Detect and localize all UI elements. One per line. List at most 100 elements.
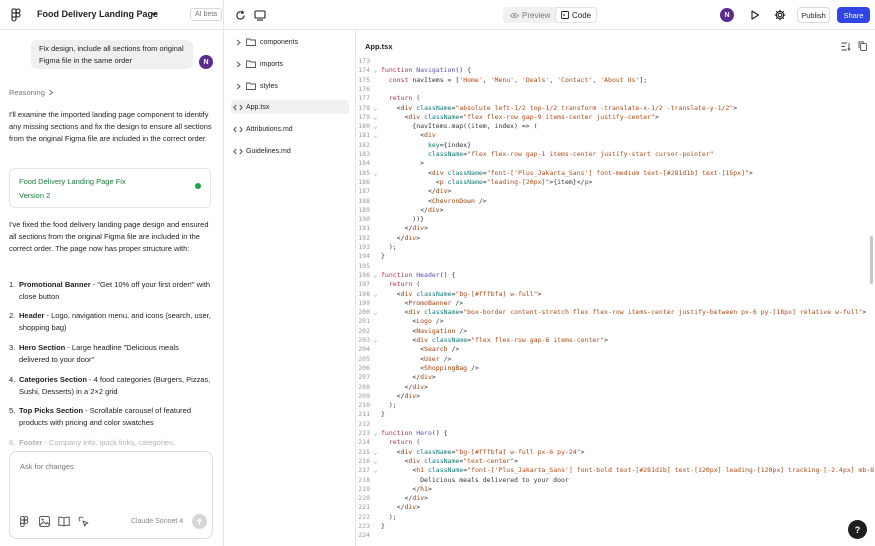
code-line[interactable]: 218 Delicious meals delivered to your do… <box>356 476 875 485</box>
code-line[interactable]: 200 ⌄ <div className="box-border content-… <box>356 308 875 317</box>
code-editor[interactable]: App.tsx 173 174 ⌄ function Navigation() {1… <box>356 31 875 546</box>
code-line[interactable]: 198 ⌄ <div className="bg-[#fffbfa] w-full… <box>356 290 875 299</box>
tree-item-file[interactable]: Guidelines.md <box>231 144 349 158</box>
code-line[interactable]: 180 ⌄ {navItems.map((item, index) => ( <box>356 122 875 131</box>
fold-chevron-icon[interactable]: ⌄ <box>370 122 381 131</box>
fold-gutter <box>370 420 381 429</box>
format-button[interactable] <box>840 40 852 52</box>
code-line[interactable]: 224 <box>356 531 875 540</box>
code-line[interactable]: 208 </div> <box>356 383 875 392</box>
image-upload-button[interactable] <box>39 516 50 527</box>
fold-chevron-icon[interactable]: ⌄ <box>370 429 381 438</box>
code-line[interactable]: 206 <ShoppingBag /> <box>356 364 875 373</box>
code-line[interactable]: 181 ⌄ <div <box>356 131 875 140</box>
code-line[interactable]: 212 <box>356 420 875 429</box>
code-line[interactable]: 213 ⌄ function Hero() { <box>356 429 875 438</box>
code-line[interactable]: 204 <Search /> <box>356 345 875 354</box>
code-line[interactable]: 202 <Navigation /> <box>356 327 875 336</box>
code-line[interactable]: 183 className="flex flex-row gap-1 items… <box>356 150 875 159</box>
sidebar-toggle-button[interactable] <box>8 7 24 23</box>
code-line[interactable]: 194 } <box>356 252 875 261</box>
code-line[interactable]: 191 </div> <box>356 224 875 233</box>
code-line[interactable]: 184 > <box>356 159 875 168</box>
settings-button[interactable] <box>772 7 788 23</box>
fold-chevron-icon[interactable]: ⌄ <box>370 448 381 457</box>
code-line[interactable]: 179 ⌄ <div className="flex flex-row gap-9… <box>356 113 875 122</box>
fold-chevron-icon[interactable]: ⌄ <box>370 466 381 475</box>
chevron-down-icon[interactable] <box>150 10 158 18</box>
send-button[interactable] <box>192 514 207 529</box>
tab-preview[interactable]: Preview <box>505 8 555 22</box>
code-line[interactable]: 215 ⌄ <div className="bg-[#fffbfa] w-full… <box>356 448 875 457</box>
code-line[interactable]: 195 <box>356 262 875 271</box>
tree-item-folder[interactable]: imports <box>231 57 349 71</box>
model-selector[interactable]: Claude Sonnet 4 <box>131 518 183 525</box>
code-line[interactable]: 175 const navItems = ['Home', 'Menu', 'D… <box>356 76 875 85</box>
play-button[interactable] <box>747 7 763 23</box>
chat-input[interactable]: Ask for changes <box>20 462 74 471</box>
code-line[interactable]: 216 ⌄ <div className="text-center"> <box>356 457 875 466</box>
tree-item-file[interactable]: Attributions.md <box>231 122 349 136</box>
fold-chevron-icon[interactable]: ⌄ <box>370 104 381 113</box>
code-line[interactable]: 176 <box>356 85 875 94</box>
copy-button[interactable] <box>856 40 868 52</box>
code-line[interactable]: 182 key={index} <box>356 141 875 150</box>
device-button[interactable] <box>252 7 268 23</box>
chat-composer[interactable]: Ask for changes Claude Sonnet 4 <box>9 451 213 539</box>
code-line[interactable]: 197 return ( <box>356 280 875 289</box>
code-line[interactable]: 193 ); <box>356 243 875 252</box>
code-line[interactable]: 222 ); <box>356 513 875 522</box>
publish-button[interactable]: Publish <box>797 7 830 23</box>
code-line[interactable]: 214 return ( <box>356 438 875 447</box>
editor-scrollbar[interactable] <box>870 236 873 284</box>
code-line[interactable]: 192 </div> <box>356 234 875 243</box>
code-line[interactable]: 174 ⌄ function Navigation() { <box>356 66 875 75</box>
code-line[interactable]: 211 } <box>356 410 875 419</box>
tab-code[interactable]: Code <box>556 8 597 22</box>
fold-chevron-icon[interactable]: ⌄ <box>370 131 381 140</box>
share-button[interactable]: Share <box>837 7 870 23</box>
code-line[interactable]: 185 ⌄ <div className="font-['Plus_Jakarta… <box>356 169 875 178</box>
version-card[interactable]: Food Delivery Landing Page Fix Version 2 <box>9 168 211 208</box>
code-line[interactable]: 201 <Logo /> <box>356 317 875 326</box>
fold-chevron-icon[interactable]: ⌄ <box>370 336 381 345</box>
library-button[interactable] <box>58 516 70 527</box>
refresh-button[interactable] <box>232 7 248 23</box>
code-line[interactable]: 188 <ChevronDown /> <box>356 197 875 206</box>
code-line[interactable]: 219 </h1> <box>356 485 875 494</box>
fold-chevron-icon[interactable]: ⌄ <box>370 457 381 466</box>
code-line[interactable]: 178 ⌄ <div className="absolute left-1/2 t… <box>356 104 875 113</box>
figma-import-button[interactable] <box>20 516 29 527</box>
tree-item-folder[interactable]: styles <box>231 79 349 93</box>
project-title[interactable]: Food Delivery Landing Page <box>37 9 158 19</box>
code-line[interactable]: 186 <p className="leading-[20px]">{item}… <box>356 178 875 187</box>
avatar[interactable]: N <box>720 8 734 22</box>
code-line[interactable]: 207 </div> <box>356 373 875 382</box>
code-line[interactable]: 210 ); <box>356 401 875 410</box>
fold-chevron-icon[interactable]: ⌄ <box>370 308 381 317</box>
fold-chevron-icon[interactable]: ⌄ <box>370 169 381 178</box>
code-line[interactable]: 223 } <box>356 522 875 531</box>
select-element-button[interactable] <box>78 516 89 527</box>
fold-chevron-icon[interactable]: ⌄ <box>370 66 381 75</box>
code-line[interactable]: 177 return ( <box>356 94 875 103</box>
code-line[interactable]: 190 ))} <box>356 215 875 224</box>
code-line[interactable]: 217 ⌄ <h1 className="font-['Plus_Jakarta_… <box>356 466 875 475</box>
fold-chevron-icon[interactable]: ⌄ <box>370 113 381 122</box>
fold-chevron-icon[interactable]: ⌄ <box>370 271 381 280</box>
fold-chevron-icon[interactable]: ⌄ <box>370 290 381 299</box>
code-line[interactable]: 203 ⌄ <div className="flex flex-row gap-6… <box>356 336 875 345</box>
code-line[interactable]: 187 </div> <box>356 187 875 196</box>
tree-item-file-selected[interactable]: App.tsx <box>231 100 349 114</box>
code-line[interactable]: 220 </div> <box>356 494 875 503</box>
help-button[interactable]: ? <box>848 520 867 539</box>
code-line[interactable]: 189 </div> <box>356 206 875 215</box>
reasoning-toggle[interactable]: Reasoning <box>9 88 54 97</box>
code-line[interactable]: 173 <box>356 57 875 66</box>
code-line[interactable]: 205 <User /> <box>356 355 875 364</box>
tree-item-folder[interactable]: components <box>231 35 349 49</box>
code-line[interactable]: 221 </div> <box>356 503 875 512</box>
code-line[interactable]: 196 ⌄ function Header() { <box>356 271 875 280</box>
code-line[interactable]: 209 </div> <box>356 392 875 401</box>
code-line[interactable]: 199 <PromoBanner /> <box>356 299 875 308</box>
